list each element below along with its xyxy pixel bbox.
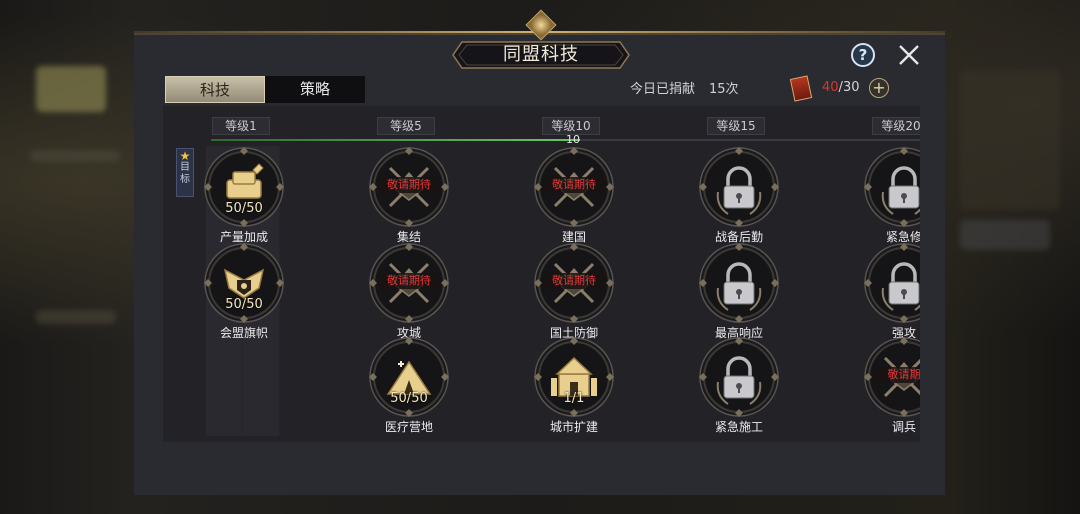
tech-node-found-nation[interactable]: 敬请期待 建国 [533,146,615,244]
goal-tag[interactable]: ★ 目标 [176,148,194,197]
coming-soon-banner: 敬请期待 [543,177,605,193]
tech-node-rally[interactable]: 敬请期待 集结 [368,146,450,244]
close-icon [899,45,919,65]
tier-label-5: 等级5 [377,117,435,135]
tech-node-urgent-construction[interactable]: 紧急施工 [698,336,780,434]
daily-donation-count: 15次 [709,82,739,97]
tech-node-top-response[interactable]: 最高响应 [698,242,780,340]
node-level-count: 1/1 [563,391,585,406]
node-name: 调兵 [891,420,916,434]
node-level-count: 50/50 [390,391,428,406]
tech-node-territory-defense[interactable]: 敬请期待 国土防御 [533,242,615,340]
tech-node-field-hospital[interactable]: 50/50 医疗营地 [368,336,450,434]
daily-donation: 今日已捐献 15次 [630,78,739,97]
donation-points: 40/30 [822,80,859,95]
coming-soon-banner: 敬请期 [873,367,920,383]
background-scene [960,220,1050,250]
node-name: 会盟旗帜 [219,326,268,340]
help-button[interactable]: ? [851,43,875,67]
level-progress-bar [211,139,580,141]
goal-text: 目标 [180,162,190,185]
tech-node-siege[interactable]: 敬请期待 攻城 [368,242,450,340]
points-max: 30 [842,80,860,95]
tech-node-war-logistics[interactable]: 战备后勤 [698,146,780,244]
add-points-button[interactable]: + [869,78,889,98]
tech-node-alliance-banner[interactable]: 50/50 会盟旗帜 [203,242,285,340]
background-scene [36,310,116,324]
daily-donation-label: 今日已捐献 [630,82,696,97]
star-icon: ★ [179,149,191,163]
page-title: 同盟科技 [503,44,579,65]
background-scene [30,150,120,162]
node-level-count: 50/50 [225,297,263,312]
tech-node-assault[interactable]: 强攻 [863,242,920,340]
node-name: 紧急施工 [714,420,763,434]
coming-soon-banner: 敬请期待 [543,273,605,289]
background-scene [960,70,1060,210]
points-current: 40 [822,80,839,95]
tech-node-troop-transfer[interactable]: 敬请期调兵 [863,336,920,434]
tier-label-10: 等级10 [542,117,600,135]
close-button[interactable] [896,42,922,68]
coming-soon-banner: 敬请期待 [378,177,440,193]
tech-tree: 10 等级1 等级5 等级10 等级15 等级20 ★ 目标 50/50 产量加成 … [163,106,920,442]
title-plate: 同盟科技 [452,40,630,70]
node-level-count: 50/50 [225,201,263,216]
background-scene [36,66,106,112]
tech-node-urgent-repair[interactable]: 紧急修 [863,146,920,244]
tech-node-city-expansion[interactable]: 1/1 城市扩建 [533,336,615,434]
tab-tech[interactable]: 科技 [165,76,265,103]
tier-label-20: 等级20 [872,117,920,135]
node-name: 医疗营地 [384,420,433,434]
tech-node-production[interactable]: 50/50 产量加成 [203,146,285,244]
tab-strategy[interactable]: 策略 [265,76,365,103]
coming-soon-banner: 敬请期待 [378,273,440,289]
tier-label-15: 等级15 [707,117,765,135]
node-name: 城市扩建 [549,420,598,434]
tier-label-1: 等级1 [212,117,270,135]
